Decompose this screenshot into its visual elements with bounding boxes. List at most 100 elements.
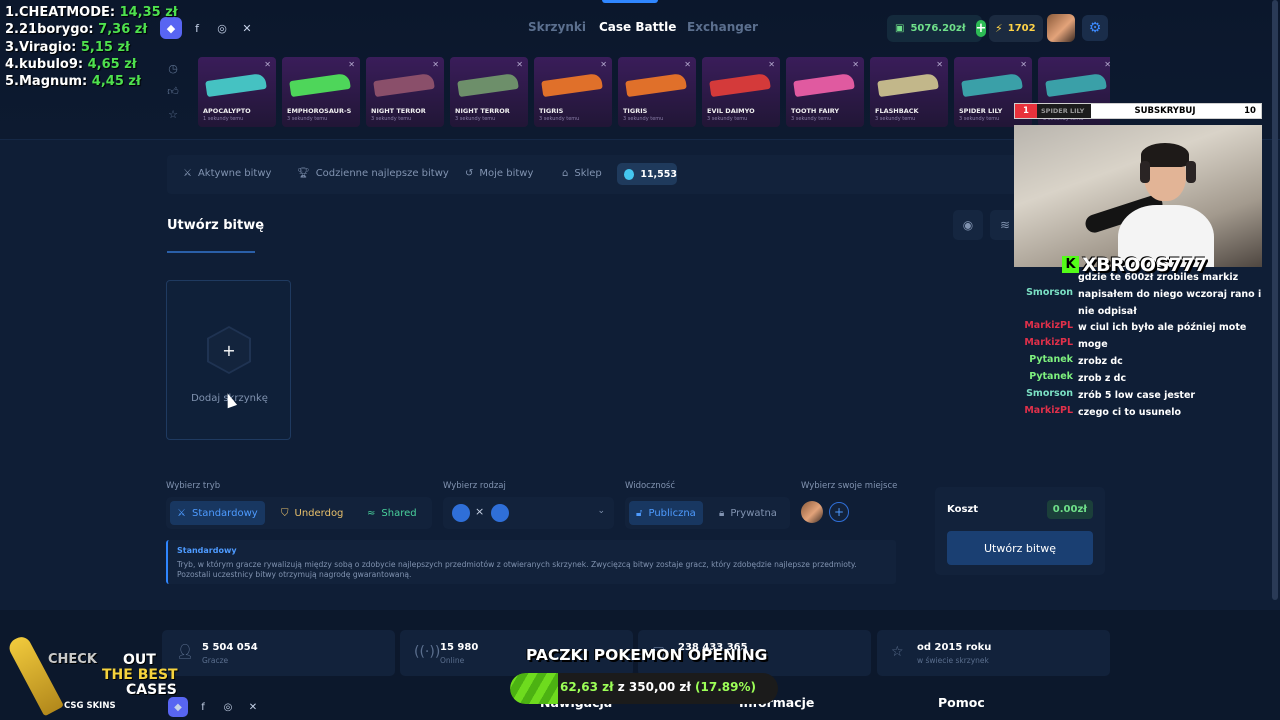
drop-name: TOOTH FAIRY [791, 107, 840, 115]
live-drops-strip: ✕ APOCALYPTO 1 sekundy temu ✕ EMPHOROSAUR-S 3… [198, 57, 1110, 127]
close-icon[interactable]: ✕ [600, 60, 607, 69]
streamer-name: XBROOS777 [1082, 254, 1207, 276]
chat-text: moge [1078, 339, 1108, 350]
drop-time: 3 sekundy temu [371, 116, 412, 122]
balance-display[interactable]: ▣ 5076.20zł + [887, 15, 987, 42]
live-drop-card[interactable]: ✕ NIGHT TERROR 3 sekundy temu [450, 57, 528, 127]
star-icon: ☆ [891, 644, 904, 660]
close-icon[interactable]: ✕ [348, 60, 355, 69]
sub-item: SPIDER LILY [1037, 104, 1091, 118]
live-drop-card[interactable]: ✕ TOOTH FAIRY 3 sekundy temu [786, 57, 864, 127]
close-icon[interactable]: ✕ [684, 60, 691, 69]
settings-gear-icon[interactable]: ⚙ [1082, 15, 1108, 41]
balance-value: 5076.20zł [910, 23, 966, 34]
live-drop-card[interactable]: ✕ EVIL DAIMYO 3 sekundy temu [702, 57, 780, 127]
nav-skrzynki[interactable]: Skrzynki [528, 20, 586, 34]
gems-balance[interactable]: 11,553 [617, 163, 677, 185]
add-seat-button[interactable]: + [829, 502, 849, 522]
tab-aktywne-bitwy[interactable]: ⚔ Aktywne bitwy [183, 168, 271, 179]
live-drop-card[interactable]: ✕ APOCALYPTO 1 sekundy temu [198, 57, 276, 127]
live-drop-card[interactable]: ✕ EMPHOROSAUR-S 3 sekundy temu [282, 57, 360, 127]
leaderboard-name: CHEATMODE: [18, 5, 116, 20]
visibility-public-button[interactable]: 🔓︎ Publiczna [629, 501, 703, 525]
x-twitter-icon[interactable]: ✕ [243, 697, 263, 717]
drop-name: NIGHT TERROR [455, 107, 510, 115]
player-slot-icon [452, 504, 470, 522]
close-icon[interactable]: ✕ [936, 60, 943, 69]
drop-name: FLASHBACK [875, 107, 919, 115]
mode-shared-button[interactable]: ≈ Shared [360, 501, 424, 525]
x-twitter-icon[interactable]: ✕ [236, 17, 258, 39]
chat-username: Pytanek [1029, 371, 1073, 382]
live-drop-card[interactable]: ✕ TIGRIS 3 sekundy temu [618, 57, 696, 127]
donation-goal-text: 62,63 zł z 350,00 zł (17.89%) [560, 680, 756, 694]
nav-active-indicator [602, 0, 658, 3]
shield-icon: ⛉ [281, 507, 289, 519]
goal-percent: (17.89%) [690, 680, 756, 694]
user-avatar[interactable] [1047, 14, 1075, 42]
tab-moje-bitwy[interactable]: ↺ Moje bitwy [465, 168, 533, 179]
live-drop-card[interactable]: ✕ NIGHT TERROR 3 sekundy temu [366, 57, 444, 127]
chat-username: Smorson [1026, 388, 1073, 399]
close-icon[interactable]: ✕ [852, 60, 859, 69]
mode-underdog-button[interactable]: ⛉ Underdog [274, 501, 350, 525]
tab-label: Codzienne najlepsze bitwy [315, 168, 449, 179]
create-battle-button[interactable]: Utwórz bitwę [947, 531, 1093, 565]
mode-description-text: Tryb, w którym gracze rywalizują między … [177, 560, 857, 579]
visibility-selector: 🔓︎ Publiczna 🔒︎ Prywatna [625, 497, 790, 529]
leaderboard-row: 1.CHEATMODE: 14,35 zł [5, 4, 178, 21]
chat-message: MarkizPL czego ci to usunelo [1014, 405, 1262, 422]
stat-value: 15 980 [440, 642, 479, 653]
battle-type-select[interactable]: × ⌄ [443, 497, 614, 529]
visibility-private-button[interactable]: 🔒︎ Prywatna [715, 501, 781, 525]
leaderboard-row: 2.21borygo: 7,36 zł [5, 21, 178, 38]
add-case-card[interactable]: + Dodaj skrzynkę [166, 280, 291, 440]
weapon-skin-image [961, 72, 1023, 98]
mode-description: Standardowy Tryb, w którym gracze rywali… [166, 540, 896, 584]
live-drop-card[interactable]: ✕ TIGRIS 3 sekundy temu [534, 57, 612, 127]
hexagon-frame: + [207, 326, 251, 374]
close-icon[interactable]: ✕ [264, 60, 271, 69]
chevron-down-icon: ⌄ [597, 506, 605, 516]
instagram-icon[interactable]: ◎ [218, 697, 238, 717]
coins-value: 1702 [1007, 23, 1036, 34]
wallet-icon: ▣ [895, 23, 905, 34]
drop-time: 3 sekundy temu [959, 116, 1000, 122]
mode-label: Standardowy [191, 507, 258, 519]
basket-icon: ⌂ [562, 168, 569, 179]
drop-time: 3 sekundy temu [875, 116, 916, 122]
close-icon[interactable]: ✕ [768, 60, 775, 69]
close-icon[interactable]: ✕ [1104, 60, 1110, 69]
close-icon[interactable]: ✕ [516, 60, 523, 69]
tab-sklep[interactable]: ⌂ Sklep [562, 168, 602, 179]
deposit-button[interactable]: + [975, 20, 987, 37]
history-icon: ↺ [465, 168, 474, 179]
instagram-icon[interactable]: ◎ [211, 17, 233, 39]
drop-name: APOCALYPTO [203, 107, 251, 115]
trophy-icon: 🏆︎ [297, 168, 310, 179]
close-icon[interactable]: ✕ [432, 60, 439, 69]
star-icon[interactable]: ☆ [160, 103, 186, 126]
nav-case-battle[interactable]: Case Battle [599, 20, 676, 34]
mode-description-title: Standardowy [177, 546, 237, 555]
close-icon[interactable]: ✕ [1020, 60, 1027, 69]
sub-label: SUBSKRYBUJ [1134, 106, 1196, 116]
page-scrollbar[interactable] [1272, 0, 1278, 600]
swords-icon: ⚔ [177, 507, 186, 519]
drop-time: 3 sekundy temu [623, 116, 664, 122]
mode-standard-button[interactable]: ⚔ Standardowy [170, 501, 265, 525]
headphone-icon [1186, 161, 1196, 183]
tab-codzienne-najlepsze-bitwy[interactable]: 🏆︎ Codzienne najlepsze bitwy [297, 168, 449, 179]
seat-avatar[interactable] [801, 501, 823, 523]
facebook-icon[interactable]: f [186, 17, 208, 39]
facebook-icon[interactable]: f [193, 697, 213, 717]
swords-icon: ⚔ [183, 168, 192, 179]
weapon-skin-image [457, 72, 519, 98]
coins-display[interactable]: ⚡ 1702 [989, 15, 1043, 42]
hide-icon[interactable]: ◉ [953, 210, 983, 240]
drop-name: TIGRIS [623, 107, 648, 115]
nav-exchanger[interactable]: Exchanger [687, 20, 758, 34]
live-drop-card[interactable]: ✕ FLASHBACK 3 sekundy temu [870, 57, 948, 127]
weapon-skin-image [877, 72, 939, 98]
chat-username: MarkizPL [1024, 320, 1073, 331]
